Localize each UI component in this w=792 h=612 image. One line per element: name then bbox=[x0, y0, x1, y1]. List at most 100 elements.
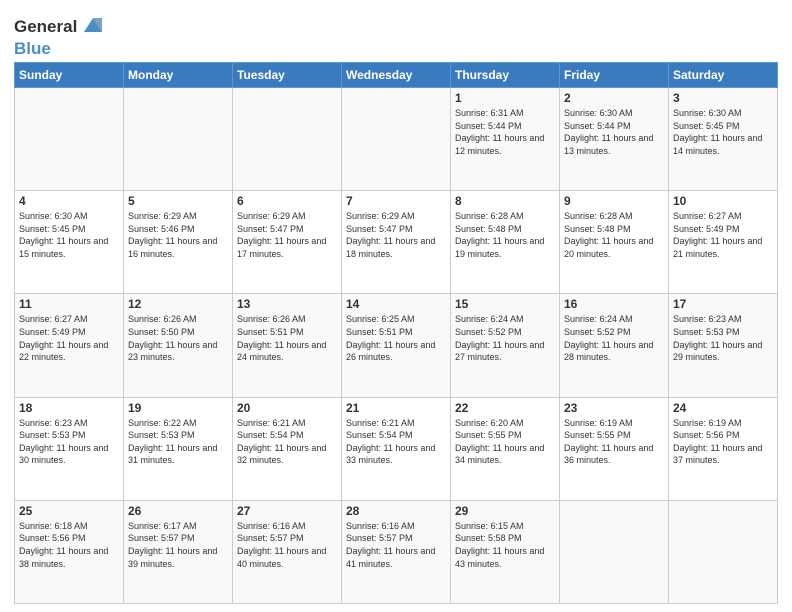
day-number: 17 bbox=[673, 297, 773, 311]
day-number: 16 bbox=[564, 297, 664, 311]
day-number: 4 bbox=[19, 194, 119, 208]
day-info: Sunrise: 6:18 AMSunset: 5:56 PMDaylight:… bbox=[19, 520, 119, 570]
day-number: 9 bbox=[564, 194, 664, 208]
day-info: Sunrise: 6:21 AMSunset: 5:54 PMDaylight:… bbox=[237, 417, 337, 467]
day-cell: 25 Sunrise: 6:18 AMSunset: 5:56 PMDayligh… bbox=[15, 500, 124, 603]
day-info: Sunrise: 6:28 AMSunset: 5:48 PMDaylight:… bbox=[455, 210, 555, 260]
day-cell: 1Sunrise: 6:31 AMSunset: 5:44 PMDaylight… bbox=[451, 88, 560, 191]
day-number: 12 bbox=[128, 297, 228, 311]
day-info: Sunrise: 6:24 AMSunset: 5:52 PMDaylight:… bbox=[455, 313, 555, 363]
logo-line1: General bbox=[14, 14, 104, 41]
day-info: Sunrise: 6:27 AMSunset: 5:49 PMDaylight:… bbox=[673, 210, 773, 260]
day-number: 11 bbox=[19, 297, 119, 311]
day-info: Sunrise: 6:22 AMSunset: 5:53 PMDaylight:… bbox=[128, 417, 228, 467]
day-cell: 27 Sunrise: 6:16 AMSunset: 5:57 PMDayligh… bbox=[233, 500, 342, 603]
day-cell: 18 Sunrise: 6:23 AMSunset: 5:53 PMDayligh… bbox=[15, 397, 124, 500]
day-info: Sunrise: 6:27 AMSunset: 5:49 PMDaylight:… bbox=[19, 313, 119, 363]
day-info: Sunrise: 6:15 AMSunset: 5:58 PMDaylight:… bbox=[455, 520, 555, 570]
day-info: Sunrise: 6:20 AMSunset: 5:55 PMDaylight:… bbox=[455, 417, 555, 467]
logo-line2: Blue bbox=[14, 39, 104, 59]
day-number: 15 bbox=[455, 297, 555, 311]
col-header-monday: Monday bbox=[124, 63, 233, 88]
day-cell: 4Sunrise: 6:30 AMSunset: 5:45 PMDaylight… bbox=[15, 191, 124, 294]
col-header-wednesday: Wednesday bbox=[342, 63, 451, 88]
day-info: Sunrise: 6:30 AMSunset: 5:44 PMDaylight:… bbox=[564, 107, 664, 157]
day-cell bbox=[560, 500, 669, 603]
day-cell: 23Sunrise: 6:19 AMSunset: 5:55 PMDayligh… bbox=[560, 397, 669, 500]
day-cell bbox=[669, 500, 778, 603]
day-cell: 28 Sunrise: 6:16 AMSunset: 5:57 PMDayligh… bbox=[342, 500, 451, 603]
day-cell: 2 Sunrise: 6:30 AMSunset: 5:44 PMDaylight… bbox=[560, 88, 669, 191]
logo: General Blue bbox=[14, 14, 104, 58]
day-cell: 26Sunrise: 6:17 AMSunset: 5:57 PMDayligh… bbox=[124, 500, 233, 603]
day-number: 25 bbox=[19, 504, 119, 518]
col-header-friday: Friday bbox=[560, 63, 669, 88]
calendar-page: General Blue SundayMondayTuesdayWednesda… bbox=[0, 0, 792, 612]
day-cell: 13 Sunrise: 6:26 AMSunset: 5:51 PMDayligh… bbox=[233, 294, 342, 397]
week-row-5: 25 Sunrise: 6:18 AMSunset: 5:56 PMDayligh… bbox=[15, 500, 778, 603]
day-number: 10 bbox=[673, 194, 773, 208]
day-info: Sunrise: 6:23 AMSunset: 5:53 PMDaylight:… bbox=[19, 417, 119, 467]
day-cell: 12 Sunrise: 6:26 AMSunset: 5:50 PMDayligh… bbox=[124, 294, 233, 397]
day-cell: 20Sunrise: 6:21 AMSunset: 5:54 PMDayligh… bbox=[233, 397, 342, 500]
day-info: Sunrise: 6:29 AMSunset: 5:46 PMDaylight:… bbox=[128, 210, 228, 260]
day-info: Sunrise: 6:24 AMSunset: 5:52 PMDaylight:… bbox=[564, 313, 664, 363]
day-number: 13 bbox=[237, 297, 337, 311]
day-cell: 29 Sunrise: 6:15 AMSunset: 5:58 PMDayligh… bbox=[451, 500, 560, 603]
day-cell: 9 Sunrise: 6:28 AMSunset: 5:48 PMDaylight… bbox=[560, 191, 669, 294]
day-info: Sunrise: 6:29 AMSunset: 5:47 PMDaylight:… bbox=[346, 210, 446, 260]
day-cell bbox=[233, 88, 342, 191]
week-row-1: 1Sunrise: 6:31 AMSunset: 5:44 PMDaylight… bbox=[15, 88, 778, 191]
col-header-saturday: Saturday bbox=[669, 63, 778, 88]
day-info: Sunrise: 6:16 AMSunset: 5:57 PMDaylight:… bbox=[346, 520, 446, 570]
day-number: 27 bbox=[237, 504, 337, 518]
day-number: 18 bbox=[19, 401, 119, 415]
day-cell: 19 Sunrise: 6:22 AMSunset: 5:53 PMDayligh… bbox=[124, 397, 233, 500]
day-cell: 5Sunrise: 6:29 AMSunset: 5:46 PMDaylight… bbox=[124, 191, 233, 294]
day-number: 29 bbox=[455, 504, 555, 518]
logo-icon bbox=[82, 14, 104, 36]
day-cell: 7 Sunrise: 6:29 AMSunset: 5:47 PMDaylight… bbox=[342, 191, 451, 294]
day-number: 21 bbox=[346, 401, 446, 415]
day-info: Sunrise: 6:28 AMSunset: 5:48 PMDaylight:… bbox=[564, 210, 664, 260]
day-cell bbox=[15, 88, 124, 191]
day-number: 28 bbox=[346, 504, 446, 518]
week-row-3: 11 Sunrise: 6:27 AMSunset: 5:49 PMDayligh… bbox=[15, 294, 778, 397]
day-cell: 14Sunrise: 6:25 AMSunset: 5:51 PMDayligh… bbox=[342, 294, 451, 397]
days-header-row: SundayMondayTuesdayWednesdayThursdayFrid… bbox=[15, 63, 778, 88]
day-number: 8 bbox=[455, 194, 555, 208]
day-cell: 21Sunrise: 6:21 AMSunset: 5:54 PMDayligh… bbox=[342, 397, 451, 500]
day-number: 19 bbox=[128, 401, 228, 415]
calendar-table: SundayMondayTuesdayWednesdayThursdayFrid… bbox=[14, 62, 778, 604]
week-row-2: 4Sunrise: 6:30 AMSunset: 5:45 PMDaylight… bbox=[15, 191, 778, 294]
day-cell: 8 Sunrise: 6:28 AMSunset: 5:48 PMDaylight… bbox=[451, 191, 560, 294]
day-info: Sunrise: 6:26 AMSunset: 5:51 PMDaylight:… bbox=[237, 313, 337, 363]
day-cell: 10 Sunrise: 6:27 AMSunset: 5:49 PMDayligh… bbox=[669, 191, 778, 294]
day-cell bbox=[124, 88, 233, 191]
day-info: Sunrise: 6:30 AMSunset: 5:45 PMDaylight:… bbox=[673, 107, 773, 157]
day-cell: 15 Sunrise: 6:24 AMSunset: 5:52 PMDayligh… bbox=[451, 294, 560, 397]
day-cell: 16 Sunrise: 6:24 AMSunset: 5:52 PMDayligh… bbox=[560, 294, 669, 397]
col-header-tuesday: Tuesday bbox=[233, 63, 342, 88]
day-cell: 6Sunrise: 6:29 AMSunset: 5:47 PMDaylight… bbox=[233, 191, 342, 294]
day-info: Sunrise: 6:26 AMSunset: 5:50 PMDaylight:… bbox=[128, 313, 228, 363]
day-info: Sunrise: 6:16 AMSunset: 5:57 PMDaylight:… bbox=[237, 520, 337, 570]
day-cell: 11 Sunrise: 6:27 AMSunset: 5:49 PMDayligh… bbox=[15, 294, 124, 397]
day-number: 24 bbox=[673, 401, 773, 415]
day-number: 1 bbox=[455, 91, 555, 105]
day-cell: 24 Sunrise: 6:19 AMSunset: 5:56 PMDayligh… bbox=[669, 397, 778, 500]
day-cell: 3 Sunrise: 6:30 AMSunset: 5:45 PMDaylight… bbox=[669, 88, 778, 191]
header: General Blue bbox=[14, 10, 778, 58]
day-number: 3 bbox=[673, 91, 773, 105]
day-number: 6 bbox=[237, 194, 337, 208]
day-number: 7 bbox=[346, 194, 446, 208]
week-row-4: 18 Sunrise: 6:23 AMSunset: 5:53 PMDayligh… bbox=[15, 397, 778, 500]
day-cell bbox=[342, 88, 451, 191]
col-header-thursday: Thursday bbox=[451, 63, 560, 88]
day-number: 2 bbox=[564, 91, 664, 105]
day-cell: 17 Sunrise: 6:23 AMSunset: 5:53 PMDayligh… bbox=[669, 294, 778, 397]
day-number: 14 bbox=[346, 297, 446, 311]
day-info: Sunrise: 6:19 AMSunset: 5:56 PMDaylight:… bbox=[673, 417, 773, 467]
day-info: Sunrise: 6:23 AMSunset: 5:53 PMDaylight:… bbox=[673, 313, 773, 363]
day-number: 26 bbox=[128, 504, 228, 518]
